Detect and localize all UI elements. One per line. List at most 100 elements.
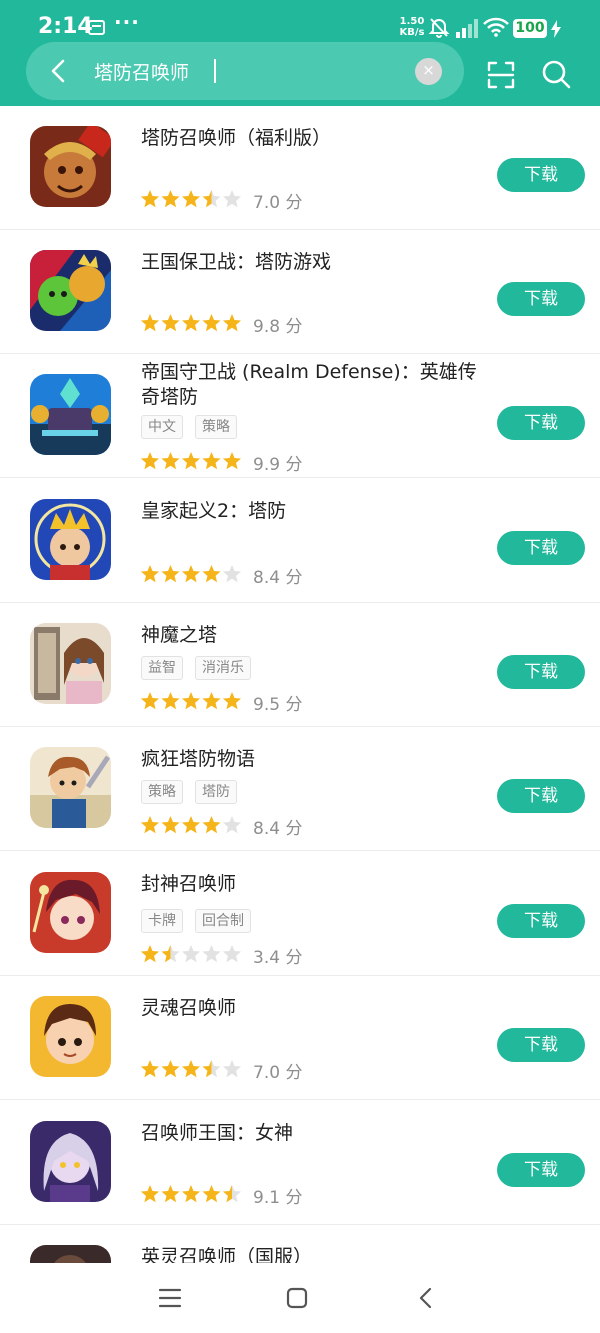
app-list-item[interactable]: 灵魂召唤师 7.0 分 下载 (0, 976, 600, 1100)
app-tag: 策略 (141, 780, 183, 804)
download-button[interactable]: 下载 (497, 779, 585, 813)
status-time: 2:14 (38, 14, 93, 39)
star-icon (141, 314, 160, 332)
star-icon (161, 1185, 180, 1203)
download-button[interactable]: 下载 (497, 282, 585, 316)
net-speed-value: 1.50 (399, 16, 425, 27)
app-list-item[interactable]: 疯狂塔防物语 策略 塔防 8.4 分 下载 (0, 727, 600, 851)
star-icon (202, 565, 221, 583)
star-icon (141, 816, 160, 834)
star-icon (161, 945, 180, 963)
download-button[interactable]: 下载 (497, 655, 585, 689)
star-icon (202, 314, 221, 332)
app-name[interactable]: 灵魂召唤师 (141, 996, 481, 1021)
app-tag: 回合制 (195, 909, 251, 933)
star-icon (181, 816, 201, 834)
download-button[interactable]: 下载 (497, 904, 585, 938)
download-button[interactable]: 下载 (497, 1153, 585, 1187)
app-score: 7.0 分 (253, 1063, 303, 1083)
app-score: 3.4 分 (253, 948, 303, 968)
scan-icon[interactable] (486, 60, 516, 90)
app-list-item[interactable]: 神魔之塔 益智 消消乐 9.5 分 下载 (0, 603, 600, 727)
app-list-item[interactable]: 王国保卫战：塔防游戏 9.8 分 下载 (0, 230, 600, 354)
menu-icon[interactable] (158, 1287, 182, 1309)
app-tag: 消消乐 (195, 656, 251, 680)
app-name[interactable]: 疯狂塔防物语 (141, 747, 481, 772)
star-icon (181, 452, 201, 470)
star-icon (202, 692, 221, 710)
star-rating (141, 1060, 242, 1078)
star-icon (222, 565, 242, 583)
star-icon (222, 816, 242, 834)
star-icon (202, 190, 221, 208)
app-name[interactable]: 神魔之塔 (141, 623, 481, 648)
app-icon (30, 1121, 111, 1202)
star-icon (222, 1060, 242, 1078)
download-button[interactable]: 下载 (497, 158, 585, 192)
app-list-item[interactable]: 塔防召唤师（福利版） 7.0 分 下载 (0, 106, 600, 230)
clear-icon: × (422, 61, 435, 79)
search-bar[interactable]: × (26, 42, 464, 100)
star-icon (202, 452, 221, 470)
app-score: 7.0 分 (253, 193, 303, 213)
app-list-item[interactable]: 召唤师王国：女神 9.1 分 下载 (0, 1101, 600, 1225)
clear-search-button[interactable]: × (415, 58, 442, 85)
star-icon (222, 692, 242, 710)
star-rating (141, 314, 242, 332)
app-icon (30, 250, 111, 331)
app-name[interactable]: 帝国守卫战 (Realm Defense)：英雄传奇塔防 (141, 360, 481, 410)
app-name[interactable]: 塔防召唤师（福利版） (141, 126, 481, 151)
app-list-item[interactable]: 皇家起义2：塔防 8.4 分 下载 (0, 479, 600, 603)
star-rating (141, 692, 242, 710)
app-icon (30, 499, 111, 580)
star-icon (141, 945, 160, 963)
app-name[interactable]: 皇家起义2：塔防 (141, 499, 481, 524)
net-speed: 1.50 KB/s (398, 16, 426, 38)
star-icon (181, 1060, 201, 1078)
message-icon (88, 20, 105, 35)
star-icon (202, 816, 221, 834)
star-icon (202, 945, 221, 963)
download-button[interactable]: 下载 (497, 1028, 585, 1062)
star-icon (141, 452, 160, 470)
star-icon (141, 1185, 160, 1203)
app-name[interactable]: 封神召唤师 (141, 872, 481, 897)
app-tags: 益智 消消乐 (141, 656, 263, 680)
battery-level: 100 (513, 19, 547, 38)
star-icon (161, 1060, 180, 1078)
app-tags: 策略 塔防 (141, 780, 249, 804)
app-tag: 卡牌 (141, 909, 183, 933)
star-icon (161, 816, 180, 834)
star-icon (141, 565, 160, 583)
download-button[interactable]: 下载 (497, 406, 585, 440)
app-score: 9.9 分 (253, 455, 303, 475)
star-icon (141, 190, 160, 208)
signal-icon (456, 19, 478, 38)
app-name[interactable]: 王国保卫战：塔防游戏 (141, 250, 481, 275)
status-bar: 2:14 ··· 1.50 KB/s 100 (0, 0, 600, 42)
home-icon[interactable] (286, 1287, 308, 1309)
star-rating (141, 945, 242, 963)
back-icon[interactable] (44, 56, 74, 86)
back-icon[interactable] (416, 1286, 436, 1310)
search-input[interactable] (94, 57, 414, 85)
app-icon (30, 374, 111, 455)
text-cursor (214, 59, 216, 83)
app-score: 8.4 分 (253, 568, 303, 588)
app-list-item[interactable]: 帝国守卫战 (Realm Defense)：英雄传奇塔防 中文 策略 9.9 分 … (0, 354, 600, 478)
bell-off-icon (428, 18, 450, 38)
app-list-item[interactable]: 封神召唤师 卡牌 回合制 3.4 分 下载 (0, 852, 600, 976)
app-tags: 卡牌 回合制 (141, 909, 263, 933)
app-tag: 塔防 (195, 780, 237, 804)
app-tags: 中文 策略 (141, 415, 249, 439)
search-icon[interactable] (541, 59, 571, 89)
download-button[interactable]: 下载 (497, 531, 585, 565)
star-icon (161, 190, 180, 208)
app-tag: 策略 (195, 415, 237, 439)
star-rating (141, 190, 242, 208)
app-icon (30, 623, 111, 704)
star-icon (181, 945, 201, 963)
app-score: 9.8 分 (253, 317, 303, 337)
charging-icon (551, 20, 561, 38)
app-name[interactable]: 召唤师王国：女神 (141, 1121, 481, 1146)
